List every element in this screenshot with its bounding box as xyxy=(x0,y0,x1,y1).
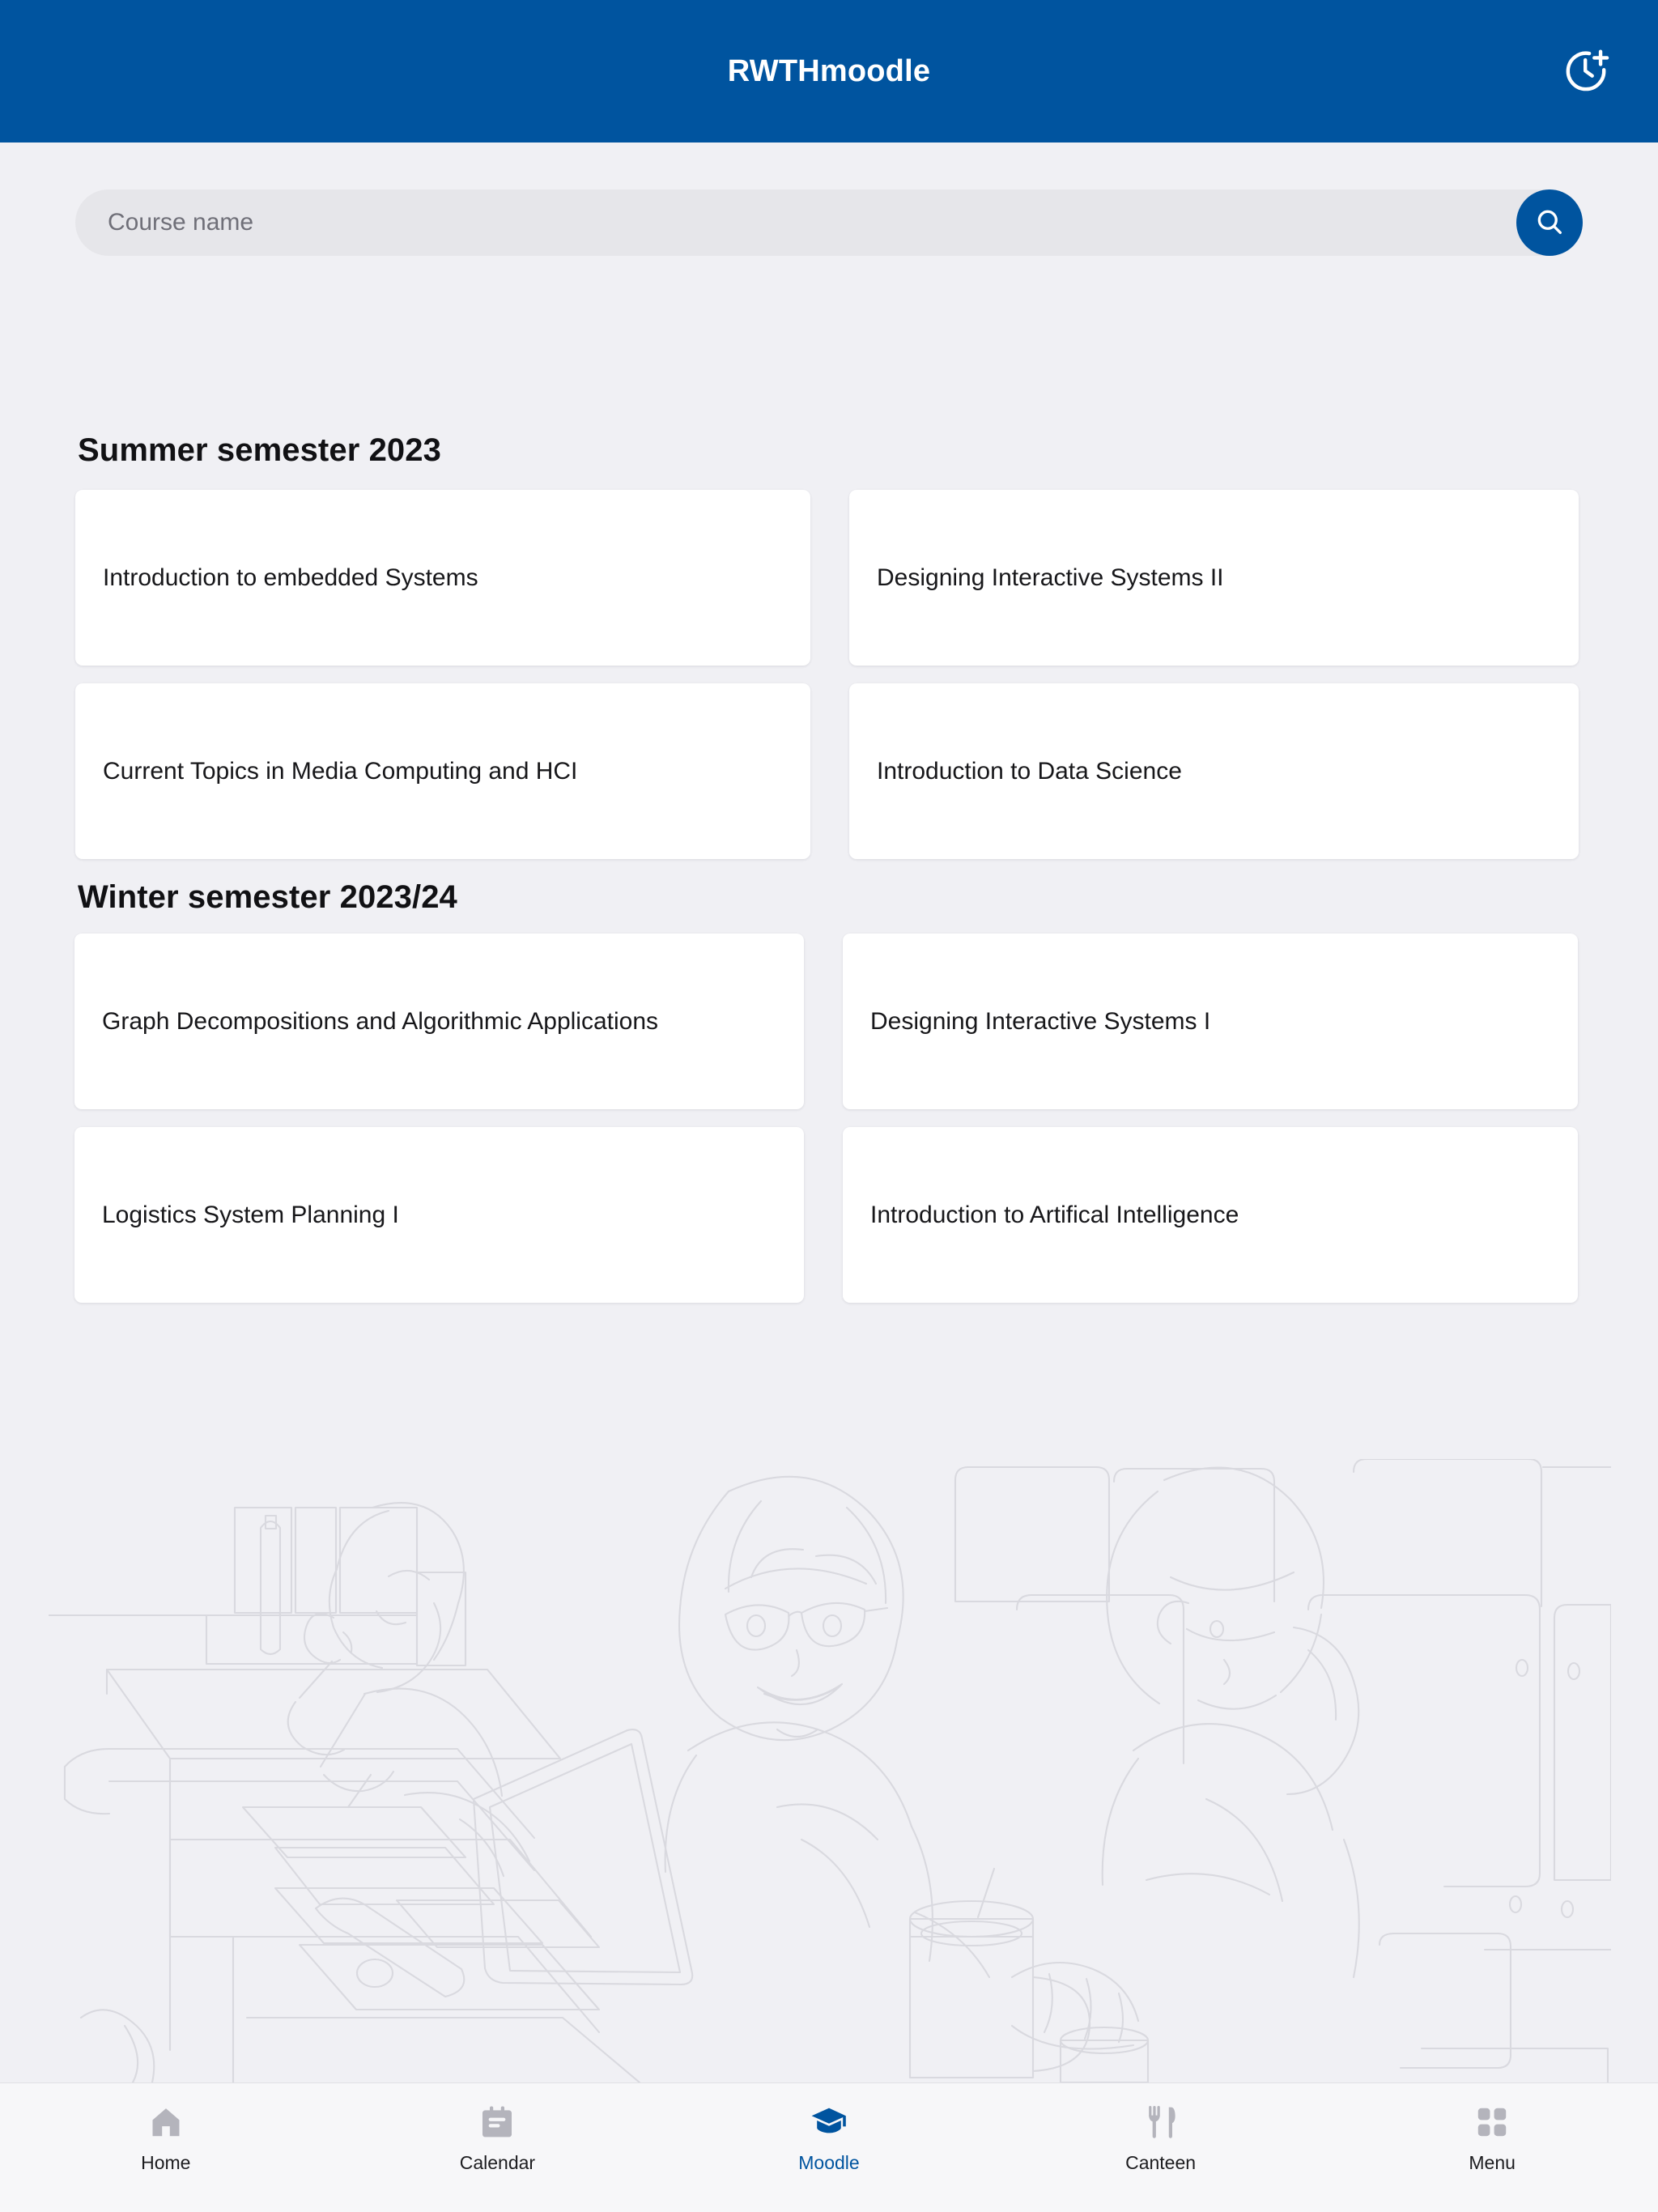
home-icon xyxy=(147,2103,185,2142)
course-card[interactable]: Introduction to Artifical Intelligence xyxy=(843,1127,1578,1303)
search-icon xyxy=(1534,206,1565,240)
nav-label: Home xyxy=(141,2152,191,2173)
nav-item-moodle[interactable]: Moodle xyxy=(663,2103,995,2174)
search-input[interactable] xyxy=(75,189,1583,256)
course-grid-winter: Graph Decompositions and Algorithmic App… xyxy=(74,934,1579,1303)
fork-knife-icon xyxy=(1141,2103,1180,2142)
course-card[interactable]: Logistics System Planning I xyxy=(74,1127,804,1303)
bottom-navigation: Home Calendar Moodle Canteen Menu xyxy=(0,2082,1658,2212)
course-card[interactable]: Graph Decompositions and Algorithmic App… xyxy=(74,934,804,1109)
page-title: RWTHmoodle xyxy=(727,53,931,88)
nav-label: Canteen xyxy=(1125,2152,1197,2173)
course-title: Designing Interactive Systems II xyxy=(877,564,1224,591)
section-heading-winter: Winter semester 2023/24 xyxy=(78,879,457,915)
app-header: RWTHmoodle xyxy=(0,0,1658,143)
course-title: Designing Interactive Systems I xyxy=(870,1007,1211,1035)
section-heading-summer: Summer semester 2023 xyxy=(78,432,441,468)
main-content: Summer semester 2023 Introduction to emb… xyxy=(0,143,1658,2082)
course-title: Introduction to Data Science xyxy=(877,757,1182,785)
course-card[interactable]: Current Topics in Media Computing and HC… xyxy=(75,683,810,859)
grid-squares-icon xyxy=(1473,2103,1511,2142)
nav-item-menu[interactable]: Menu xyxy=(1326,2103,1658,2174)
graduation-cap-icon xyxy=(810,2103,848,2142)
search-bar xyxy=(75,189,1583,256)
nav-item-calendar[interactable]: Calendar xyxy=(332,2103,664,2174)
course-card[interactable]: Introduction to embedded Systems xyxy=(75,490,810,666)
clock-plus-icon[interactable] xyxy=(1553,37,1621,105)
course-title: Introduction to Artifical Intelligence xyxy=(870,1201,1239,1228)
course-grid-summer: Introduction to embedded Systems Designi… xyxy=(75,490,1579,859)
nav-label: Calendar xyxy=(459,2152,536,2173)
course-card[interactable]: Designing Interactive Systems II xyxy=(849,490,1579,666)
course-title: Logistics System Planning I xyxy=(102,1201,399,1228)
course-card[interactable]: Designing Interactive Systems I xyxy=(843,934,1578,1109)
course-title: Introduction to embedded Systems xyxy=(103,564,478,591)
course-card[interactable]: Introduction to Data Science xyxy=(849,683,1579,859)
nav-item-home[interactable]: Home xyxy=(0,2103,332,2174)
course-title: Current Topics in Media Computing and HC… xyxy=(103,757,578,785)
nav-label: Moodle xyxy=(798,2152,860,2173)
nav-item-canteen[interactable]: Canteen xyxy=(995,2103,1327,2174)
lecture-hall-illustration xyxy=(49,1459,1611,2082)
calendar-icon xyxy=(478,2103,517,2142)
nav-label: Menu xyxy=(1469,2152,1516,2173)
search-button[interactable] xyxy=(1516,189,1583,256)
course-title: Graph Decompositions and Algorithmic App… xyxy=(102,1007,659,1035)
